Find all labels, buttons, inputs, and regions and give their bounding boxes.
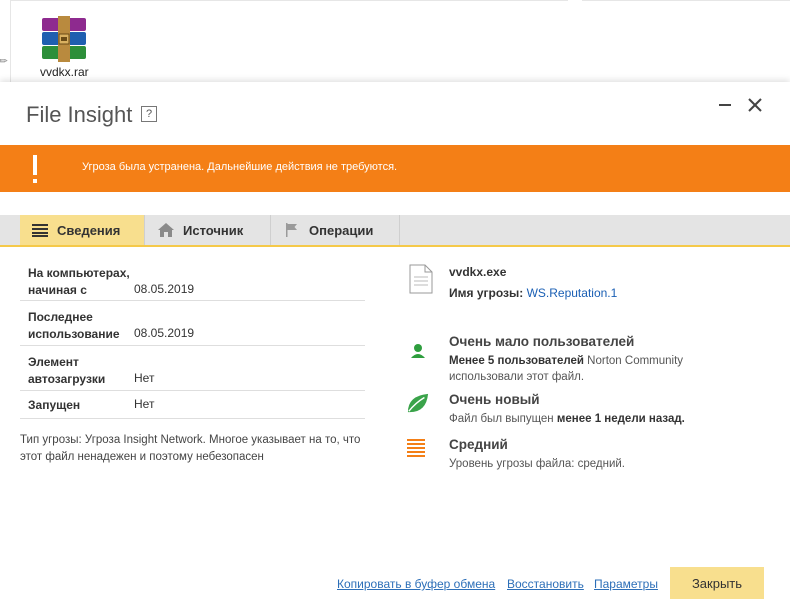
tab-details[interactable]: Сведения [20,215,145,245]
threat-name: Имя угрозы: WS.Reputation.1 [449,286,617,300]
exclamation-icon [33,155,37,183]
restore-link[interactable]: Восстановить [507,577,584,591]
feature-text: Norton Community [583,355,684,367]
threat-name-label: Имя угрозы: [449,286,524,300]
feature-description: Файл был выпущен менее 1 недели назад. [449,411,769,427]
feature-text: Файл был выпущен [449,413,557,425]
flag-icon [286,223,297,237]
tab-source-label: Источник [183,222,244,238]
details-row: Элемент автозагрузки Нет [20,346,365,391]
file-name: vvdkx.exe [449,265,507,279]
feature-description: Менее 5 пользователей Norton Community и… [449,353,769,385]
details-row: Последнее использование 08.05.2019 [20,301,365,346]
details-value: Нет [134,397,155,411]
desktop-divider-left [10,0,11,86]
close-icon[interactable] [744,94,766,116]
threat-type-text: Тип угрозы: Угроза Insight Network. Мног… [20,434,361,463]
feature-bold: менее 1 недели назад. [556,413,685,425]
tab-operations[interactable]: Операции [272,215,400,245]
dialog-footer: Копировать в буфер обмена Восстановить П… [0,567,790,607]
file-label[interactable]: vvdkx.rar [40,65,89,79]
feature-heading: Очень новый [449,392,540,407]
dialog-title: File Insight [26,102,133,127]
feature-heading: Средний [449,437,508,452]
list-icon [32,224,48,237]
details-row: На компьютерах, начиная с 08.05.2019 [20,257,365,301]
details-value: Нет [134,371,155,385]
tab-bar: Сведения Источник Операции [0,215,790,247]
banner-message: Угроза была устранена. Дальнейшие действ… [82,161,398,173]
threat-level-icon [407,439,425,457]
details-key: Элемент автозагрузки [28,355,106,386]
file-insight-dialog: File Insight ? Угроза была устранена. Да… [0,82,790,607]
tab-source[interactable]: Источник [146,215,271,245]
status-banner: Угроза была устранена. Дальнейшие действ… [0,145,790,192]
home-icon [158,223,174,237]
winrar-archive-icon[interactable] [40,16,88,62]
details-table: На компьютерах, начиная с 08.05.2019 Пос… [20,257,365,419]
feature-bold: Менее 5 пользователей [449,355,584,367]
settings-link[interactable]: Параметры [594,577,658,591]
feature-text: Уровень угрозы файла: средний. [449,458,626,470]
copy-to-clipboard-link[interactable]: Копировать в буфер обмена [337,577,495,591]
minimize-icon[interactable] [714,94,736,116]
desktop-gap [568,0,582,2]
details-key: Последнее использование [28,310,120,341]
document-icon [409,264,433,294]
feature-heading: Очень мало пользователей [449,334,635,349]
feature-description: Уровень угрозы файла: средний. [449,456,769,472]
feature-text: использовали этот файл. [449,371,585,383]
tab-details-label: Сведения [57,222,121,238]
tab-operations-label: Операции [309,222,374,238]
user-icon [411,344,425,358]
details-value: 08.05.2019 [134,282,195,296]
leaf-icon [407,393,429,413]
details-value: 08.05.2019 [134,326,195,340]
close-button[interactable]: Закрыть [670,567,764,599]
details-key: Запущен [28,398,81,412]
threat-name-link[interactable]: WS.Reputation.1 [527,286,618,300]
desktop-divider [10,0,790,1]
details-key: На компьютерах, начиная с [28,266,130,297]
details-row: Запущен Нет [20,391,365,419]
help-button[interactable]: ? [141,106,157,122]
desktop-area: ✎ vvdkx.rar [0,0,790,86]
